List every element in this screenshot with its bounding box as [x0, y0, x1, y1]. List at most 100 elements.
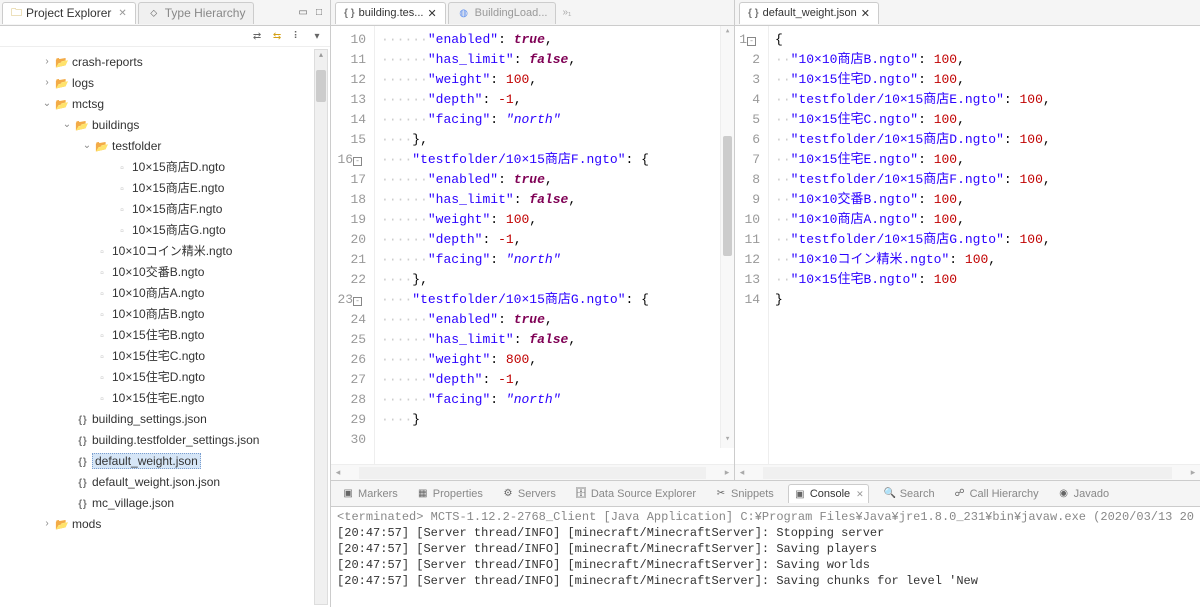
tree-item[interactable]: 10×10商店A.ngto — [0, 282, 330, 303]
tree-item[interactable]: 10×15住宅C.ngto — [0, 345, 330, 366]
tab-label: Javado — [1074, 488, 1109, 500]
twisty-icon[interactable]: ⌄ — [80, 140, 94, 151]
tree-item[interactable]: 10×15住宅D.ngto — [0, 366, 330, 387]
bottom-tab-call-hierarchy[interactable]: ☍Call Hierarchy — [949, 485, 1043, 503]
bottom-tab-search[interactable]: 🔍Search — [879, 485, 939, 503]
tree-item[interactable]: 10×15商店G.ngto — [0, 219, 330, 240]
tree-item[interactable]: 10×15商店D.ngto — [0, 156, 330, 177]
scroll-up-icon[interactable]: ▴ — [315, 50, 327, 64]
scroll-up-icon[interactable]: ▴ — [721, 26, 734, 40]
tree-item-label: mc_village.json — [92, 496, 174, 510]
editor-tab-default-weight[interactable]: default_weight.json ✕ — [739, 2, 879, 24]
editor-building-settings: building.tes... ✕ ◍ BuildingLoad... »₁ 1… — [331, 0, 735, 480]
editor-vscrollbar[interactable]: ▴ ▾ — [720, 26, 734, 448]
tree-item[interactable]: 10×15住宅E.ngto — [0, 387, 330, 408]
editor-tab-buildingload[interactable]: ◍ BuildingLoad... — [448, 2, 557, 24]
close-icon[interactable]: ✕ — [118, 8, 126, 19]
console-header: <terminated> MCTS-1.12.2-2768_Client [Ja… — [337, 509, 1194, 525]
scroll-down-icon[interactable]: ▾ — [721, 434, 734, 448]
java-file-icon: ◍ — [457, 6, 471, 20]
tree-item[interactable]: ›crash-reports — [0, 51, 330, 72]
tree-item[interactable]: 10×10コイン精米.ngto — [0, 240, 330, 261]
tree-item-label: logs — [72, 76, 94, 90]
tree-item[interactable]: mc_village.json — [0, 492, 330, 513]
file-tree[interactable]: ›crash-reports›logs⌄mctsg⌄buildings⌄test… — [0, 47, 330, 607]
twisty-icon[interactable]: ⌄ — [40, 98, 54, 109]
folder-icon — [54, 55, 70, 69]
bottom-tab-data-source-explorer[interactable]: 🗄Data Source Explorer — [570, 485, 700, 503]
tab-project-explorer[interactable]: Project Explorer ✕ — [2, 2, 136, 24]
maximize-icon[interactable]: □ — [312, 6, 326, 20]
tree-item-label: 10×15住宅E.ngto — [112, 389, 204, 406]
editor-hscrollbar[interactable]: ◂ ▸ — [331, 464, 734, 480]
scroll-thumb[interactable] — [723, 136, 732, 256]
tree-item-label: 10×15住宅B.ngto — [112, 326, 204, 343]
folder-icon — [74, 118, 90, 132]
tree-item[interactable]: ›mods — [0, 513, 330, 534]
tree-item-label: 10×10商店B.ngto — [112, 305, 204, 322]
tree-item-label: 10×15商店F.ngto — [132, 200, 222, 217]
file-icon — [94, 370, 110, 384]
line-gutter: 10111213141516-17181920212223-2425262728… — [331, 26, 375, 464]
tab-label: building.tes... — [359, 7, 424, 19]
twisty-icon[interactable]: › — [40, 56, 54, 67]
code-area[interactable]: {··"10×10商店B.ngto": 100,··"10×15住宅D.ngto… — [769, 26, 1200, 464]
tree-item[interactable]: › logs — [0, 72, 330, 93]
close-icon[interactable]: ✕ — [861, 7, 870, 20]
scroll-left-icon[interactable]: ◂ — [331, 467, 345, 478]
tree-item-label: buildings — [92, 118, 139, 132]
console-line: [20:47:57] [Server thread/INFO] [minecra… — [337, 557, 1194, 573]
tree-item[interactable]: building_settings.json — [0, 408, 330, 429]
tree-item[interactable]: building.testfolder_settings.json — [0, 429, 330, 450]
editor-right-body[interactable]: 1-234567891011121314 {··"10×10商店B.ngto":… — [735, 26, 1200, 464]
console-line: [20:47:57] [Server thread/INFO] [minecra… — [337, 525, 1194, 541]
code-area[interactable]: ······"enabled": true,······"has_limit":… — [375, 26, 734, 464]
bottom-tab-properties[interactable]: ▦Properties — [412, 485, 487, 503]
bottom-tab-javado[interactable]: ◉Javado — [1053, 485, 1113, 503]
left-view-tabs: Project Explorer ✕ ⬦ Type Hierarchy ▭ □ — [0, 0, 330, 26]
tree-item[interactable]: 10×15商店E.ngto — [0, 177, 330, 198]
file-icon — [94, 307, 110, 321]
tab-label: Call Hierarchy — [970, 488, 1039, 500]
bottom-tab-snippets[interactable]: ✂Snippets — [710, 485, 778, 503]
tree-item[interactable]: ⌄testfolder — [0, 135, 330, 156]
filter-icon[interactable]: ⠇ — [290, 29, 304, 43]
file-icon — [114, 181, 130, 195]
tab-overflow-icon[interactable]: »₁ — [562, 7, 571, 18]
tree-item[interactable]: 10×15商店F.ngto — [0, 198, 330, 219]
view-menu-icon[interactable]: ▾ — [310, 29, 324, 43]
console-output[interactable]: <terminated> MCTS-1.12.2-2768_Client [Ja… — [331, 507, 1200, 607]
minimize-icon[interactable]: ▭ — [296, 6, 310, 20]
tree-item[interactable]: 10×10商店B.ngto — [0, 303, 330, 324]
tree-item[interactable]: 10×10交番B.ngto — [0, 261, 330, 282]
file-icon — [114, 223, 130, 237]
editor-tab-building[interactable]: building.tes... ✕ — [335, 2, 446, 24]
scroll-right-icon[interactable]: ▸ — [1186, 467, 1200, 478]
tree-item[interactable]: ⌄ buildings — [0, 114, 330, 135]
twisty-icon[interactable]: ⌄ — [60, 119, 74, 130]
tree-item-label: 10×15商店G.ngto — [132, 221, 226, 238]
twisty-icon[interactable]: › — [40, 77, 54, 88]
twisty-icon[interactable]: › — [40, 518, 54, 529]
close-icon[interactable]: ✕ — [427, 7, 436, 20]
bottom-tab-console[interactable]: ▣Console✕ — [788, 484, 869, 503]
json-file-icon — [344, 7, 355, 19]
bottom-tab-markers[interactable]: ▣Markers — [337, 485, 402, 503]
file-icon — [94, 328, 110, 342]
editor-left-body[interactable]: 10111213141516-17181920212223-2425262728… — [331, 26, 734, 464]
tab-icon: ▦ — [416, 487, 430, 501]
tree-item[interactable]: 10×15住宅B.ngto — [0, 324, 330, 345]
scroll-left-icon[interactable]: ◂ — [735, 467, 749, 478]
tree-item[interactable]: default_weight.json — [0, 450, 330, 471]
tree-item[interactable]: ⌄mctsg — [0, 93, 330, 114]
collapse-all-icon[interactable]: ⇄ — [250, 29, 264, 43]
bottom-tab-servers[interactable]: ⚙Servers — [497, 485, 560, 503]
link-editor-icon[interactable]: ⇆ — [270, 29, 284, 43]
close-icon[interactable]: ✕ — [856, 489, 864, 500]
tab-type-hierarchy[interactable]: ⬦ Type Hierarchy — [138, 2, 255, 24]
editor-hscrollbar[interactable]: ◂ ▸ — [735, 464, 1200, 480]
tree-scrollbar[interactable]: ▴ — [314, 49, 328, 605]
scroll-thumb[interactable] — [316, 70, 326, 102]
tree-item[interactable]: default_weight.json.json — [0, 471, 330, 492]
scroll-right-icon[interactable]: ▸ — [720, 467, 734, 478]
